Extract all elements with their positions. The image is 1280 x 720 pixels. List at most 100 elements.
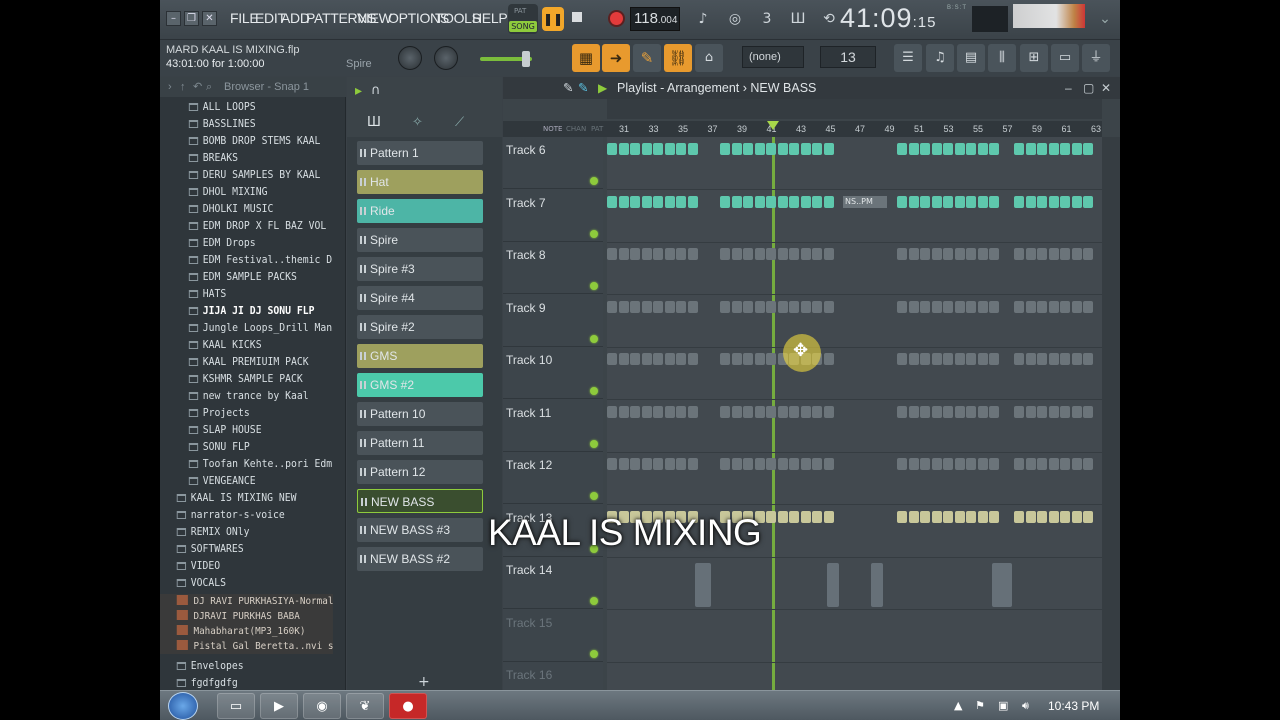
pattern-clip[interactable] — [1083, 300, 1093, 313]
pattern-clip[interactable] — [812, 143, 822, 155]
pattern-clip[interactable] — [908, 143, 919, 155]
audio-clip[interactable] — [695, 563, 711, 607]
browser-folder[interactable]: SOFTWARES — [160, 541, 333, 558]
track-mute-led[interactable] — [590, 229, 598, 238]
pattern-clip[interactable] — [630, 300, 640, 313]
pattern-clip[interactable] — [989, 143, 999, 155]
pattern-clip[interactable] — [954, 405, 965, 418]
pattern-clip[interactable] — [731, 195, 742, 208]
pattern-clip[interactable] — [653, 195, 663, 208]
browser-folder[interactable]: VOCALS — [160, 575, 333, 592]
pattern-clip[interactable] — [823, 143, 834, 155]
pattern-clip[interactable] — [607, 458, 617, 470]
browser-folder[interactable]: KAAL IS MIXING NEW — [160, 490, 333, 507]
track-header[interactable]: Track 8 — [503, 242, 603, 294]
pattern-item[interactable]: Hat — [357, 170, 483, 194]
stop-button[interactable] — [572, 12, 582, 22]
track-mute-led[interactable] — [590, 177, 598, 185]
pattern-clip[interactable] — [743, 458, 753, 470]
pattern-clip[interactable] — [676, 143, 686, 155]
explorer-icon[interactable]: ▭ — [217, 693, 255, 719]
magnet-icon[interactable]: ∩ — [371, 83, 381, 98]
pattern-clip[interactable] — [1037, 248, 1047, 260]
arrangement-grid[interactable]: NS..PM — [607, 137, 1102, 720]
pattern-clip[interactable] — [943, 300, 953, 313]
pattern-clip[interactable] — [641, 405, 652, 418]
pattern-clip[interactable] — [943, 405, 953, 418]
pattern-clip[interactable] — [897, 458, 907, 470]
pattern-clip[interactable] — [812, 195, 822, 208]
pattern-clip[interactable] — [754, 405, 765, 418]
browser-folder[interactable]: SONU FLP — [160, 439, 333, 456]
step-edit-icon[interactable]: Ш — [785, 7, 811, 31]
pattern-clip[interactable] — [720, 300, 730, 313]
pattern-clip[interactable] — [931, 195, 942, 208]
audio-clip[interactable] — [871, 563, 883, 607]
pattern-clip[interactable] — [943, 510, 953, 523]
pattern-clip[interactable] — [777, 405, 788, 418]
menu-help[interactable]: HELP — [472, 10, 508, 26]
pattern-clip[interactable] — [618, 248, 629, 260]
channel-rack-icon[interactable]: ▤ — [957, 44, 985, 72]
plugin-picker-icon[interactable]: ▭ — [1051, 44, 1079, 72]
media-player-icon[interactable]: ▶ — [260, 693, 298, 719]
pattern-clip[interactable] — [789, 248, 799, 260]
start-button[interactable] — [168, 692, 198, 720]
pattern-clip[interactable] — [1083, 405, 1093, 418]
pattern-clip[interactable] — [1071, 510, 1082, 523]
pattern-clip[interactable] — [908, 195, 919, 208]
pattern-clip[interactable] — [607, 248, 617, 260]
pattern-clip[interactable] — [641, 300, 652, 313]
pattern-clip[interactable] — [1048, 143, 1059, 155]
channel-icon[interactable]: Ш — [367, 115, 381, 130]
pattern-clip[interactable] — [630, 353, 640, 365]
pattern-clip[interactable] — [743, 195, 753, 208]
pattern-clip[interactable] — [754, 458, 765, 470]
browser-folder[interactable]: EDM Festival..themic Drops 2 — [160, 252, 333, 269]
pattern-clip[interactable] — [766, 510, 776, 523]
pattern-item[interactable]: Pattern 12 — [357, 460, 483, 484]
pattern-clip[interactable] — [897, 143, 907, 155]
pattern-clip[interactable] — [1048, 458, 1059, 470]
pattern-clip[interactable] — [630, 195, 640, 208]
pattern-clip[interactable] — [897, 353, 907, 365]
pattern-clip[interactable] — [754, 248, 765, 260]
link-icon[interactable]: ⛓ — [664, 44, 692, 72]
pattern-clip[interactable] — [731, 143, 742, 155]
pattern-clip[interactable] — [823, 405, 834, 418]
pattern-clip[interactable] — [676, 248, 686, 260]
pattern-clip[interactable] — [1083, 248, 1093, 260]
pattern-clip[interactable] — [1048, 353, 1059, 365]
step-counter[interactable]: 13 — [820, 46, 876, 68]
pattern-clip[interactable] — [897, 510, 907, 523]
pattern-clip[interactable] — [931, 510, 942, 523]
minimize-icon[interactable]: – — [1065, 77, 1072, 99]
arrow-up-icon[interactable]: ↑ — [180, 77, 186, 97]
pattern-clip[interactable] — [664, 195, 675, 208]
pattern-clip[interactable] — [653, 248, 663, 260]
pattern-clip[interactable] — [823, 195, 834, 208]
pattern-clip[interactable] — [687, 405, 698, 418]
pattern-clip[interactable] — [1014, 248, 1024, 260]
pattern-clip[interactable] — [1071, 405, 1082, 418]
pattern-clip[interactable] — [766, 300, 776, 313]
pattern-clip[interactable] — [1048, 195, 1059, 208]
pattern-clip[interactable] — [789, 195, 799, 208]
play-button[interactable]: ❚❚ — [542, 7, 564, 31]
pattern-clip[interactable] — [1071, 143, 1082, 155]
pattern-clip[interactable] — [754, 195, 765, 208]
recorder-icon[interactable]: ● — [389, 693, 427, 719]
pattern-clip[interactable] — [1025, 353, 1036, 365]
playhead-marker[interactable] — [767, 121, 779, 130]
pattern-clip[interactable] — [766, 248, 776, 260]
pattern-clip[interactable] — [823, 300, 834, 313]
browser-folder[interactable]: VENGEANCE — [160, 473, 333, 490]
pattern-clip[interactable] — [720, 458, 730, 470]
pattern-clip[interactable] — [743, 143, 753, 155]
pattern-clip[interactable] — [664, 300, 675, 313]
pattern-clip[interactable] — [897, 300, 907, 313]
paint-icon[interactable]: ✎ — [578, 77, 588, 99]
track-mute-led[interactable] — [590, 492, 598, 500]
browser-folder[interactable]: Projects — [160, 405, 333, 422]
undo-icon[interactable]: ↶ — [193, 77, 202, 97]
